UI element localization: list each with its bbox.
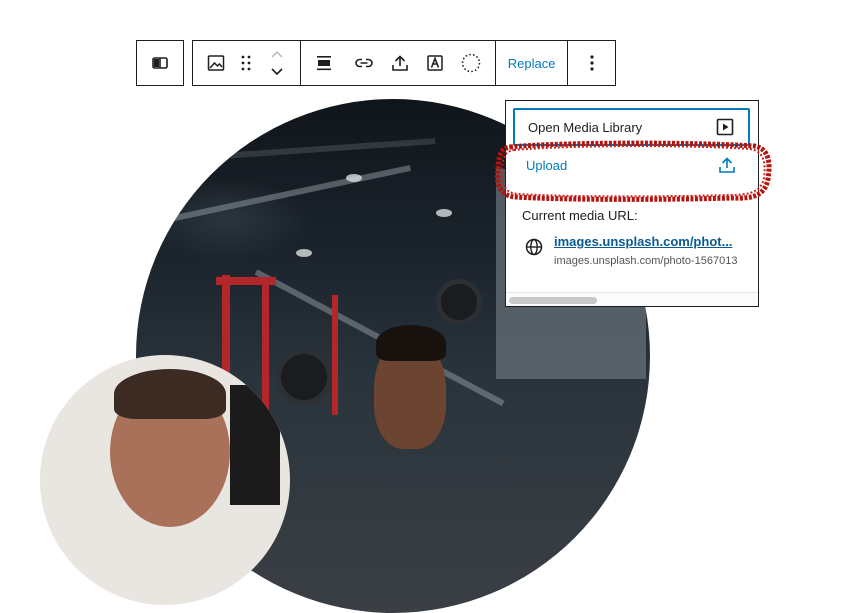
scrollbar-thumb[interactable] <box>509 297 597 304</box>
align-icon[interactable] <box>301 41 347 85</box>
block-toolbar: Replace <box>192 40 616 86</box>
text-icon[interactable] <box>418 41 454 85</box>
replace-label: Replace <box>507 55 556 71</box>
block-switcher-group <box>136 40 184 86</box>
upload-highlight-annotation <box>495 140 772 202</box>
more-vertical-icon[interactable] <box>568 41 615 85</box>
image-icon[interactable] <box>193 41 239 85</box>
current-media-url-link[interactable]: images.unsplash.com/phot... <box>554 234 744 249</box>
media-replace-menu: Open Media Library Upload Current media … <box>505 100 759 307</box>
horizontal-scrollbar[interactable] <box>506 292 758 306</box>
current-media-url-label: Current media URL: <box>522 208 638 223</box>
chevron-up-icon[interactable] <box>270 46 284 64</box>
open-media-library-label: Open Media Library <box>528 119 643 135</box>
current-media-url-full: images.unsplash.com/photo-1567013 <box>554 255 738 267</box>
circle-dotted-icon[interactable] <box>453 41 489 85</box>
second-image <box>40 355 290 605</box>
link-icon[interactable] <box>346 41 382 85</box>
drag-handle-icon[interactable] <box>239 41 255 85</box>
chevron-down-icon[interactable] <box>270 64 284 80</box>
replace-button[interactable]: Replace <box>496 41 568 85</box>
upload-icon[interactable] <box>382 41 418 85</box>
globe-icon <box>525 238 543 256</box>
mover <box>254 41 300 85</box>
media-play-icon <box>716 118 734 136</box>
columns-icon[interactable] <box>137 41 183 85</box>
